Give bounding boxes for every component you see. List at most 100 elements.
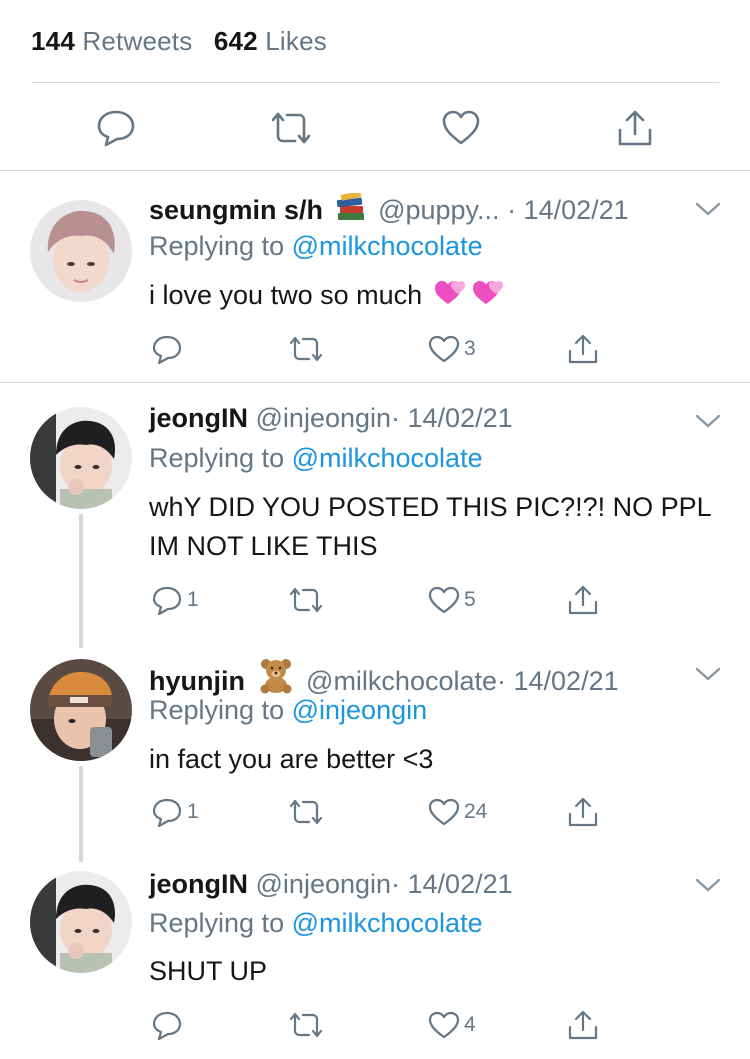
- like-button[interactable]: 24: [428, 794, 487, 830]
- like-button[interactable]: 4: [428, 1007, 476, 1043]
- avatar[interactable]: [30, 871, 132, 973]
- replying-to: Replying to @injeongin: [149, 695, 427, 726]
- reply-button[interactable]: [151, 1007, 187, 1043]
- avatar[interactable]: [30, 407, 132, 509]
- retweet-icon: [289, 799, 323, 825]
- replying-to: Replying to @milkchocolate: [149, 443, 483, 474]
- like-count: 3: [464, 337, 476, 360]
- timestamp[interactable]: · 14/02/21: [497, 666, 619, 696]
- handle[interactable]: @milkchocolate: [306, 666, 497, 696]
- retweet-button[interactable]: [288, 1007, 324, 1043]
- display-name[interactable]: hyunjin: [149, 666, 245, 696]
- retweet-icon: [289, 336, 323, 362]
- reply-mention[interactable]: @milkchocolate: [292, 231, 483, 261]
- tweet-header: jeongIN @injeongin· 14/02/21: [149, 403, 513, 434]
- likes-label[interactable]: Likes: [265, 26, 327, 56]
- tweet-reply[interactable]: seungmin s/h @puppy... · 14/02/21 Replyi…: [0, 171, 750, 382]
- tweet-action-bar: 4: [0, 1007, 750, 1043]
- share-icon: [568, 797, 598, 827]
- books-icon: [335, 191, 367, 230]
- reply-icon: [97, 110, 135, 147]
- retweet-button[interactable]: [288, 582, 324, 618]
- like-icon: [428, 335, 460, 363]
- reply-button[interactable]: 1: [151, 794, 199, 830]
- tweet-text-content: i love you two so much: [149, 280, 423, 310]
- retweet-button[interactable]: [266, 100, 316, 156]
- share-icon: [568, 1010, 598, 1040]
- chevron-down-icon: [695, 202, 721, 216]
- avatar[interactable]: [30, 200, 132, 302]
- tweet-header: seungmin s/h @puppy... · 14/02/21: [149, 191, 629, 230]
- share-button[interactable]: [610, 100, 660, 156]
- tweet-stats: 144 Retweets 642 Likes: [31, 26, 327, 57]
- display-name[interactable]: seungmin s/h: [149, 195, 323, 225]
- like-count: 24: [464, 800, 488, 823]
- avatar-image: [30, 659, 132, 761]
- two-hearts-icon: [434, 276, 504, 319]
- retweet-button[interactable]: [288, 794, 324, 830]
- timestamp[interactable]: · 14/02/21: [507, 195, 629, 225]
- replying-to-label: Replying to: [149, 695, 285, 725]
- chevron-down-icon: [695, 414, 721, 428]
- chevron-down-icon: [695, 667, 721, 681]
- like-button[interactable]: [436, 100, 486, 156]
- tweet-reply[interactable]: jeongIN @injeongin· 14/02/21 Replying to…: [0, 383, 750, 638]
- share-button[interactable]: [567, 794, 599, 830]
- handle[interactable]: @puppy...: [378, 195, 499, 225]
- tweet-menu-button[interactable]: [694, 413, 722, 434]
- tweet-action-bar: 3: [0, 331, 750, 367]
- chevron-down-icon: [695, 878, 721, 892]
- like-button[interactable]: 5: [428, 582, 476, 618]
- tweet-text: whY DID YOU POSTED THIS PIC?!?! NO PPL I…: [149, 492, 711, 561]
- like-icon: [428, 798, 460, 826]
- avatar-image: [30, 407, 132, 509]
- avatar[interactable]: [30, 659, 132, 761]
- likes-count[interactable]: 642: [214, 26, 258, 56]
- retweet-icon: [271, 112, 311, 144]
- avatar-image: [30, 200, 132, 302]
- tweet-text: i love you two so much: [149, 276, 719, 319]
- handle[interactable]: @injeongin: [256, 403, 392, 433]
- display-name[interactable]: jeongIN: [149, 869, 248, 899]
- like-count: 4: [464, 1013, 476, 1036]
- divider: [31, 82, 719, 83]
- retweet-icon: [289, 587, 323, 613]
- reply-icon: [152, 798, 182, 827]
- retweets-label[interactable]: Retweets: [82, 26, 192, 56]
- reply-mention[interactable]: @milkchocolate: [292, 443, 483, 473]
- tweet-reply[interactable]: jeongIN @injeongin· 14/02/21 Replying to…: [0, 860, 750, 1059]
- tweet-menu-button[interactable]: [694, 877, 722, 898]
- share-button[interactable]: [567, 1007, 599, 1043]
- timestamp[interactable]: · 14/02/21: [391, 403, 513, 433]
- share-icon: [568, 334, 598, 364]
- main-action-bar: [0, 100, 750, 156]
- share-button[interactable]: [567, 582, 599, 618]
- like-icon: [428, 586, 460, 614]
- tweet-text: SHUT UP: [149, 956, 268, 986]
- display-name[interactable]: jeongIN: [149, 403, 248, 433]
- like-icon: [428, 1011, 460, 1039]
- replying-to: Replying to @milkchocolate: [149, 231, 483, 262]
- reply-count: 1: [187, 588, 199, 611]
- handle[interactable]: @injeongin: [256, 869, 392, 899]
- reply-mention[interactable]: @injeongin: [292, 695, 428, 725]
- timestamp[interactable]: · 14/02/21: [391, 869, 513, 899]
- reply-icon: [152, 586, 182, 615]
- retweet-button[interactable]: [288, 331, 324, 367]
- reply-button[interactable]: [91, 100, 141, 156]
- reply-icon: [152, 335, 182, 364]
- reply-button[interactable]: 1: [151, 582, 199, 618]
- like-button[interactable]: 3: [428, 331, 476, 367]
- tweet-text: in fact you are better <3: [149, 744, 434, 774]
- retweets-count[interactable]: 144: [31, 26, 75, 56]
- tweet-header: jeongIN @injeongin· 14/02/21: [149, 869, 513, 900]
- like-count: 5: [464, 588, 476, 611]
- tweet-reply[interactable]: hyunjin @milkchocolate· 14/02/21 Replyin…: [0, 638, 750, 860]
- reply-button[interactable]: [151, 331, 187, 367]
- tweet-menu-button[interactable]: [694, 666, 722, 687]
- retweet-icon: [289, 1012, 323, 1038]
- replying-to-label: Replying to: [149, 443, 285, 473]
- tweet-menu-button[interactable]: [694, 201, 722, 222]
- share-button[interactable]: [567, 331, 599, 367]
- reply-mention[interactable]: @milkchocolate: [292, 908, 483, 938]
